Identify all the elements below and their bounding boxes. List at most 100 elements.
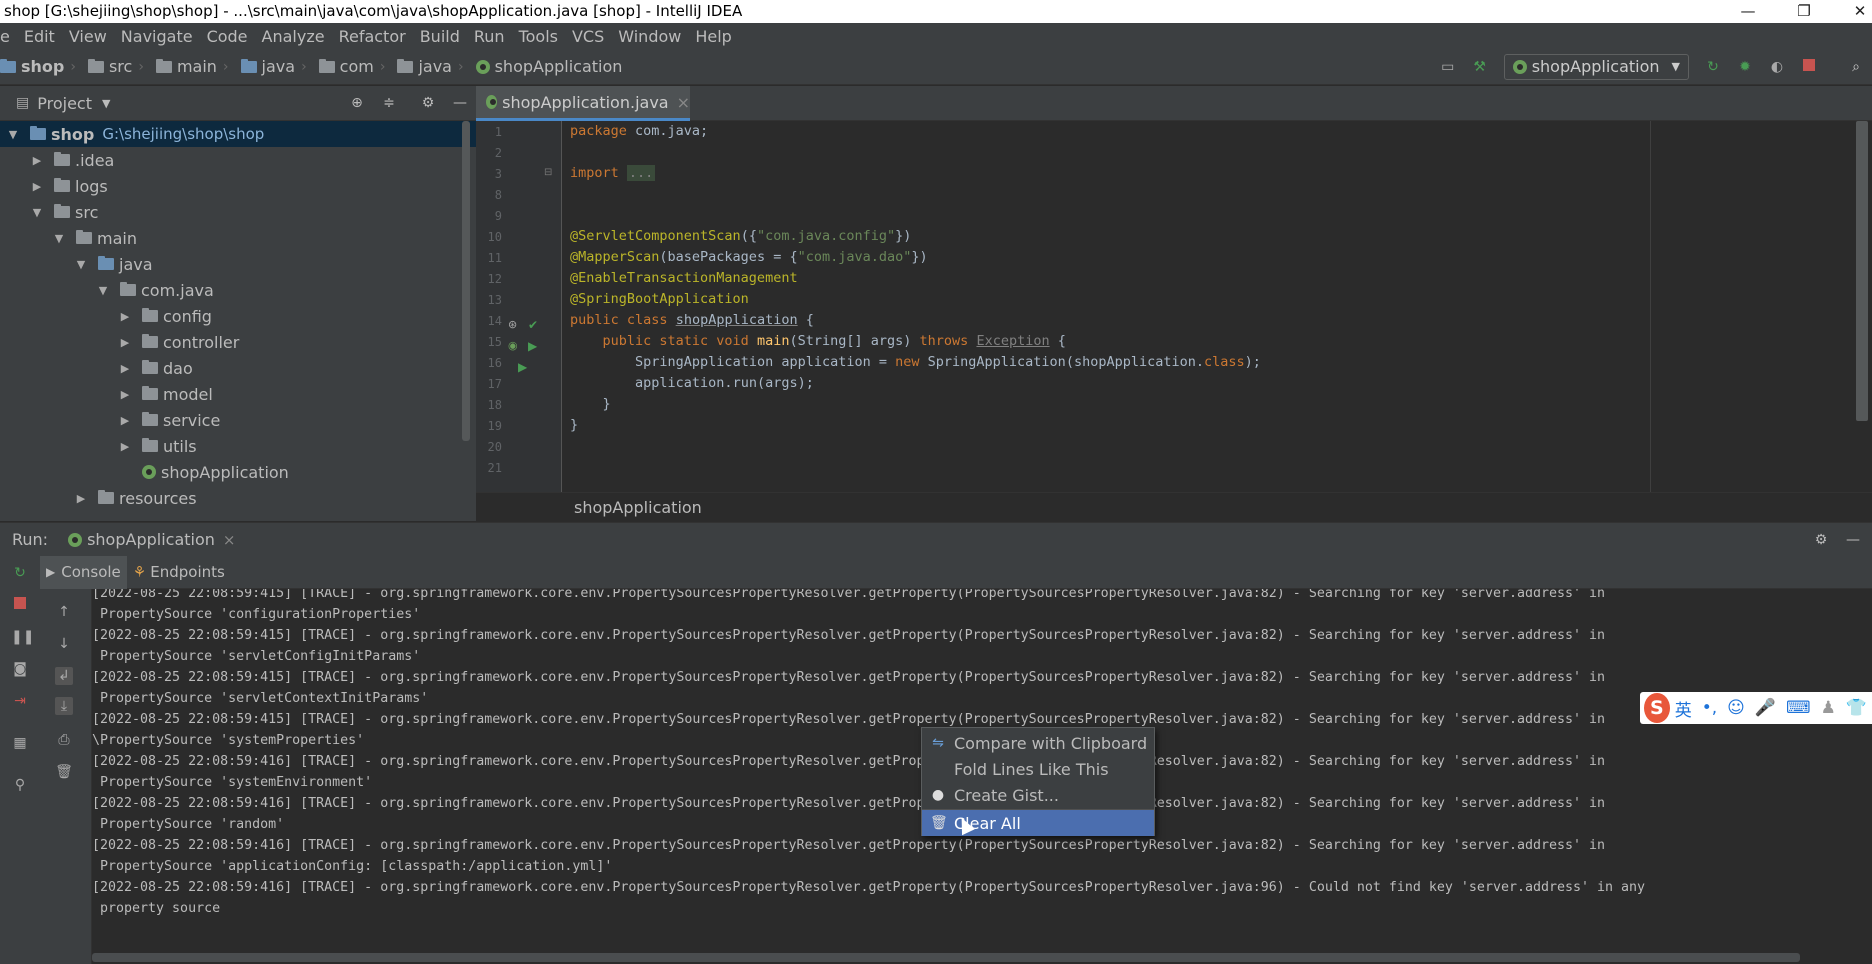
menu-refactor[interactable]: Refactor	[332, 27, 413, 46]
menu-item-compare-with-clipboard[interactable]: ⇋ Compare with Clipboard	[922, 730, 1154, 756]
breadcrumb-shop[interactable]: shop ›	[0, 57, 82, 76]
chevron-right-icon[interactable]: ▶	[116, 388, 134, 401]
project-view-title[interactable]: Project	[37, 94, 92, 113]
chevron-down-icon[interactable]: ▼	[28, 206, 46, 219]
rerun-icon[interactable]: ↻	[1704, 58, 1722, 76]
chevron-right-icon[interactable]: ▶	[116, 440, 134, 453]
emoji-icon[interactable]: ☺	[1727, 698, 1745, 718]
collapse-all-icon[interactable]: ≑	[380, 94, 398, 112]
rerun-icon[interactable]: ↻	[11, 564, 29, 582]
tree-item-idea[interactable]: ▶ .idea	[0, 147, 476, 173]
arrow-up-icon[interactable]: ↑	[55, 603, 73, 621]
spring-bean-gutter-icon[interactable]: ⊛	[508, 318, 517, 331]
tree-item-java[interactable]: ▼ java	[0, 251, 476, 277]
debug-bug-icon[interactable]: ✹	[1736, 58, 1754, 76]
stop-icon[interactable]	[11, 596, 29, 614]
chevron-down-icon[interactable]: ▼	[102, 97, 110, 110]
tree-item-resources[interactable]: ▶ resources	[0, 485, 476, 511]
pause-icon[interactable]: ❚❚	[11, 628, 34, 646]
spring-boot-gutter-icon[interactable]: ◉	[508, 339, 518, 352]
chevron-right-icon[interactable]: ▶	[72, 492, 90, 505]
breadcrumb-main[interactable]: main ›	[155, 57, 235, 76]
breadcrumb-shopapplication[interactable]: shopApplication	[475, 57, 622, 76]
menu-file[interactable]: e	[0, 27, 17, 46]
tree-item-com-java[interactable]: ▼ com.java	[0, 277, 476, 303]
microphone-icon[interactable]: 🎤	[1755, 698, 1776, 718]
chevron-down-icon[interactable]: ▼	[50, 232, 68, 245]
scroll-to-end-icon[interactable]: ⤓	[55, 697, 73, 715]
chevron-right-icon[interactable]: ▶	[116, 336, 134, 349]
tree-item-model[interactable]: ▶ model	[0, 381, 476, 407]
build-hammer-icon[interactable]: ⚒	[1471, 58, 1489, 76]
chevron-right-icon[interactable]: ▶	[116, 362, 134, 375]
menu-window[interactable]: Window	[611, 27, 688, 46]
menu-navigate[interactable]: Navigate	[114, 27, 200, 46]
breadcrumb-com[interactable]: com ›	[318, 57, 392, 76]
menu-item-fold-lines-like-this[interactable]: Fold Lines Like This	[922, 756, 1154, 782]
arrow-down-icon[interactable]: ↓	[55, 635, 73, 653]
menu-run[interactable]: Run	[467, 27, 512, 46]
tree-item-shop[interactable]: ▼ shop G:\shejiing\shop\shop	[0, 121, 476, 147]
tab-shopapplication-java[interactable]: shopApplication.java ×	[476, 86, 690, 121]
menu-help[interactable]: Help	[688, 27, 738, 46]
soft-wrap-icon[interactable]: ↲	[55, 667, 73, 685]
tree-item-logs[interactable]: ▶ logs	[0, 173, 476, 199]
tab-console[interactable]: ▶ Console	[40, 555, 127, 589]
chevron-down-icon[interactable]: ▼	[72, 258, 90, 271]
gear-icon[interactable]: ⚙	[419, 94, 437, 112]
run-main-gutter-icon[interactable]: ▶	[518, 360, 527, 374]
skin-icon[interactable]: 👕	[1846, 698, 1867, 718]
tree-item-service[interactable]: ▶ service	[0, 407, 476, 433]
menu-edit[interactable]: Edit	[17, 27, 62, 46]
breadcrumb-java-package[interactable]: java ›	[397, 57, 469, 76]
menu-item-create-gist[interactable]: ● Create Gist...	[922, 782, 1154, 808]
chevron-down-icon[interactable]: ▼	[4, 128, 22, 141]
menu-code[interactable]: Code	[200, 27, 255, 46]
tree-item-src[interactable]: ▼ src	[0, 199, 476, 225]
search-everywhere-icon[interactable]: ⌕	[1847, 58, 1865, 76]
punctuation-icon[interactable]: •,	[1702, 698, 1717, 718]
restore-button[interactable]: ❐	[1776, 0, 1832, 23]
spring-gutter-icon[interactable]: ✔	[528, 318, 538, 332]
tree-item-shopapplication[interactable]: shopApplication	[0, 459, 476, 485]
locate-file-icon[interactable]: ⊕	[348, 94, 366, 112]
coverage-icon[interactable]: ◐	[1768, 58, 1786, 76]
tree-item-config[interactable]: ▶ config	[0, 303, 476, 329]
minimize-button[interactable]: —	[1720, 0, 1776, 23]
terminal-icon[interactable]: ▭	[1439, 58, 1457, 76]
user-icon[interactable]: ♟	[1821, 698, 1836, 718]
trash-icon[interactable]: 🗑	[55, 763, 73, 781]
console-horizontal-scrollbar[interactable]	[92, 953, 1800, 962]
close-tab-icon[interactable]: ×	[677, 93, 690, 112]
tree-item-main[interactable]: ▼ main	[0, 225, 476, 251]
camera-icon[interactable]: ◙	[11, 660, 29, 678]
menu-vcs[interactable]: VCS	[565, 27, 611, 46]
menu-analyze[interactable]: Analyze	[255, 27, 332, 46]
close-button[interactable]: ✕	[1832, 0, 1872, 23]
run-gutter-icon[interactable]: ▶	[528, 339, 537, 353]
run-configuration-selector[interactable]: shopApplication ▼	[1503, 53, 1689, 80]
folded-imports[interactable]: ...	[626, 165, 656, 181]
hide-panel-icon[interactable]: —	[1844, 531, 1862, 549]
print-icon[interactable]: ⎙	[55, 731, 73, 749]
breadcrumb-java[interactable]: java ›	[240, 57, 313, 76]
tree-item-controller[interactable]: ▶ controller	[0, 329, 476, 355]
chevron-right-icon[interactable]: ▶	[116, 414, 134, 427]
chevron-right-icon[interactable]: ▶	[28, 180, 46, 193]
tree-item-utils[interactable]: ▶ utils	[0, 433, 476, 459]
chevron-right-icon[interactable]: ▶	[116, 310, 134, 323]
breadcrumb-src[interactable]: src ›	[87, 57, 150, 76]
sogou-logo[interactable]: S	[1644, 693, 1670, 723]
menu-tools[interactable]: Tools	[512, 27, 565, 46]
code-editor[interactable]: package com.java; import ... @ServletCom…	[562, 121, 1852, 492]
chevron-right-icon[interactable]: ▶	[28, 154, 46, 167]
menu-view[interactable]: View	[62, 27, 114, 46]
tab-endpoints[interactable]: ⚘ Endpoints	[127, 556, 231, 589]
exit-icon[interactable]: ⇥	[11, 692, 29, 710]
project-scrollbar[interactable]	[462, 121, 470, 441]
close-tab-icon[interactable]: ×	[223, 531, 236, 549]
hide-panel-icon[interactable]: —	[451, 94, 469, 112]
layout-icon[interactable]: ▦	[11, 734, 29, 752]
tree-item-dao[interactable]: ▶ dao	[0, 355, 476, 381]
run-tab-shopapplication[interactable]: shopApplication ×	[68, 530, 235, 549]
